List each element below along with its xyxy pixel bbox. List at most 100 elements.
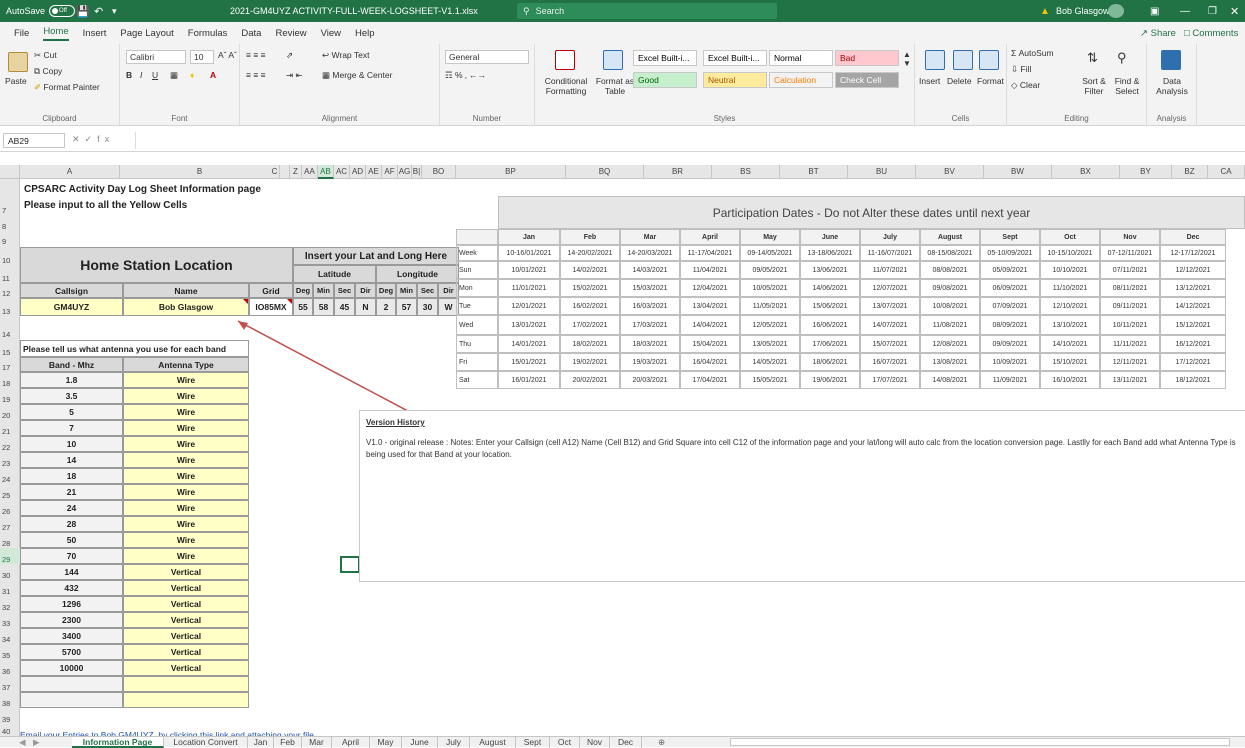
participation-date[interactable]: 14/04/2021 (680, 315, 740, 335)
column-header-bx[interactable]: BX (1052, 165, 1120, 179)
participation-date[interactable]: 11/05/2021 (740, 297, 800, 315)
band-cell[interactable]: 28 (20, 516, 123, 532)
menu-page-layout[interactable]: Page Layout (120, 28, 173, 39)
lon-value-0[interactable]: 2 (376, 298, 396, 316)
format-as-table-icon[interactable] (603, 50, 623, 70)
sheet-tab-location-convert[interactable]: Location Convert (164, 737, 248, 748)
participation-date[interactable]: 05/09/2021 (980, 261, 1040, 279)
row-header-11[interactable]: 11 (0, 265, 20, 283)
participation-date[interactable]: 12/12/2021 (1160, 261, 1226, 279)
participation-date[interactable]: 12/05/2021 (740, 315, 800, 335)
align-top-icon[interactable]: ≡ ≡ ≡ (246, 50, 266, 60)
clear-button[interactable]: ◇ Clear (1011, 80, 1040, 91)
number-format-select[interactable]: General (445, 50, 529, 64)
band-cell[interactable]: 144 (20, 564, 123, 580)
participation-date[interactable]: 13/11/2021 (1100, 371, 1160, 389)
column-header-bw[interactable]: BW (984, 165, 1052, 179)
antenna-cell[interactable]: Wire (123, 516, 249, 532)
save-icon[interactable]: 💾 (76, 4, 90, 18)
cell-style-0[interactable]: Excel Built-i... (633, 50, 697, 66)
column-header-z[interactable]: Z (290, 165, 302, 179)
band-cell[interactable]: 1.8 (20, 372, 123, 388)
avatar[interactable] (1108, 4, 1124, 18)
participation-date[interactable]: 15/12/2021 (1160, 315, 1226, 335)
horizontal-scrollbar[interactable] (730, 738, 1230, 746)
participation-date[interactable]: 13/07/2021 (860, 297, 920, 315)
participation-date[interactable]: 18/02/2021 (560, 335, 620, 353)
participation-date[interactable]: 08/09/2021 (980, 315, 1040, 335)
sheet-tab-august[interactable]: August (470, 737, 516, 748)
antenna-cell[interactable]: Vertical (123, 628, 249, 644)
participation-date[interactable]: 11/10/2021 (1040, 279, 1100, 297)
italic-button[interactable]: I (140, 70, 142, 80)
indent-icon[interactable]: ⇥ ⇤ (286, 70, 303, 81)
antenna-cell[interactable]: Wire (123, 372, 249, 388)
row-header-22[interactable]: 22 (0, 436, 20, 452)
antenna-cell[interactable]: Wire (123, 388, 249, 404)
menu-home[interactable]: Home (43, 26, 69, 41)
row-header-31[interactable]: 31 (0, 580, 20, 596)
cell-style-4[interactable]: Good (633, 72, 697, 88)
column-header-ca[interactable]: CA (1208, 165, 1245, 179)
band-cell[interactable] (20, 676, 123, 692)
row-header-13[interactable]: 13 (0, 298, 20, 316)
column-header-b[interactable]: B (120, 165, 280, 179)
warning-icon[interactable]: ▲ (1040, 4, 1050, 18)
participation-date[interactable]: 14/05/2021 (740, 353, 800, 371)
font-size-select[interactable]: 10 (190, 50, 214, 64)
add-sheet-icon[interactable]: ⊕ (653, 737, 670, 748)
cell-style-7[interactable]: Check Cell (835, 72, 899, 88)
participation-date[interactable]: 12/10/2021 (1040, 297, 1100, 315)
band-cell[interactable]: 7 (20, 420, 123, 436)
enter-icon[interactable]: ✓ (85, 134, 98, 144)
antenna-cell[interactable]: Wire (123, 484, 249, 500)
participation-date[interactable]: 19/06/2021 (800, 371, 860, 389)
menu-view[interactable]: View (321, 28, 341, 39)
antenna-cell[interactable]: Vertical (123, 644, 249, 660)
participation-date[interactable]: 09/05/2021 (740, 261, 800, 279)
antenna-cell[interactable]: Vertical (123, 564, 249, 580)
participation-date[interactable]: 17/12/2021 (1160, 353, 1226, 371)
participation-date[interactable]: 14/12/2021 (1160, 297, 1226, 315)
orientation-icon[interactable]: ⇗ (286, 50, 293, 61)
column-header-ag[interactable]: AG (398, 165, 412, 179)
row-header-39[interactable]: 39 (0, 708, 20, 724)
version-history-box[interactable]: Version History V1.0 - original release … (359, 410, 1245, 582)
row-header-25[interactable]: 25 (0, 484, 20, 500)
minimize-icon[interactable]: — (1180, 4, 1190, 18)
participation-date[interactable]: 14/03/2021 (620, 261, 680, 279)
share-button[interactable]: ↗ Share (1140, 28, 1176, 39)
participation-date[interactable]: 07-12/11/2021 (1100, 245, 1160, 261)
grow-font-icon[interactable]: Aˇ Aˇ (218, 50, 237, 60)
participation-date[interactable]: 18/06/2021 (800, 353, 860, 371)
column-header-bs[interactable]: BS (712, 165, 780, 179)
participation-date[interactable]: 13-18/06/2021 (800, 245, 860, 261)
data-analysis-button[interactable]: Data Analysis (1155, 76, 1189, 96)
column-header-br[interactable]: BR (644, 165, 712, 179)
menu-insert[interactable]: Insert (83, 28, 107, 39)
band-cell[interactable]: 18 (20, 468, 123, 484)
participation-date[interactable]: 19/03/2021 (620, 353, 680, 371)
sheet-tab-information-page[interactable]: Information Page (72, 737, 164, 748)
format-painter-button[interactable]: ✐ Format Painter (34, 82, 100, 93)
column-header-ac[interactable]: AC (334, 165, 350, 179)
select-all-corner[interactable] (0, 165, 20, 179)
undo-icon[interactable]: ↶ (94, 4, 103, 18)
antenna-cell[interactable]: Vertical (123, 596, 249, 612)
copy-button[interactable]: ⧉ Copy (34, 66, 62, 77)
participation-date[interactable]: 13/05/2021 (740, 335, 800, 353)
participation-date[interactable]: 10/10/2021 (1040, 261, 1100, 279)
format-button[interactable]: Format (977, 76, 1004, 86)
row-header-21[interactable]: 21 (0, 420, 20, 436)
participation-date[interactable]: 11/11/2021 (1100, 335, 1160, 353)
participation-date[interactable]: 16/10/2021 (1040, 371, 1100, 389)
search-box[interactable]: ⚲ Search (517, 3, 777, 19)
antenna-cell[interactable]: Wire (123, 436, 249, 452)
participation-date[interactable]: 10-16/01/2021 (498, 245, 560, 261)
band-cell[interactable] (20, 692, 123, 708)
column-header-ab[interactable]: AB (318, 165, 334, 179)
selected-cell-ab29[interactable] (340, 556, 360, 573)
sheet-tab-jan[interactable]: Jan (248, 737, 274, 748)
participation-date[interactable]: 08/08/2021 (920, 261, 980, 279)
row-header-36[interactable]: 36 (0, 660, 20, 676)
